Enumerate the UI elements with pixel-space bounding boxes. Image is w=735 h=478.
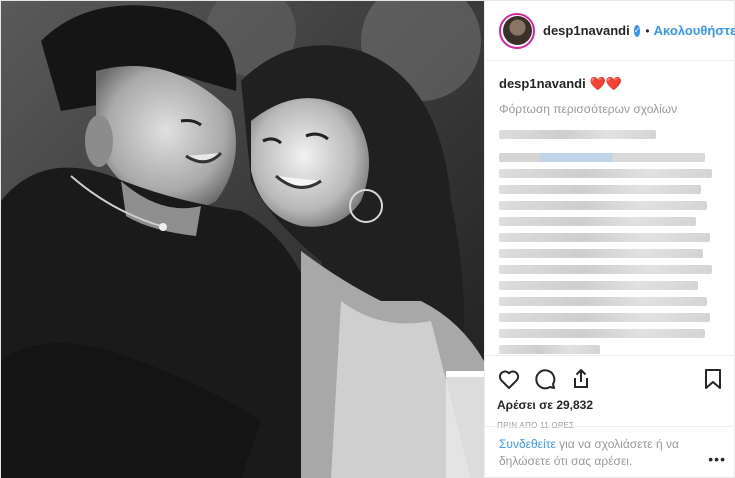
avatar-image: [502, 16, 532, 45]
blurred-line: [499, 329, 706, 338]
blurred-line: [499, 153, 706, 162]
blurred-line: [499, 201, 708, 210]
post-header: desp1navandi ✓ • Ακολουθήστε: [485, 1, 735, 61]
blurred-line: [499, 297, 708, 306]
post-photo[interactable]: [1, 1, 484, 478]
post-caption: desp1navandi ❤️❤️: [499, 75, 723, 93]
blurred-line: [499, 169, 712, 178]
login-prompt: Συνδεθείτε για να σχολιάσετε ή να δηλώσε…: [485, 426, 735, 470]
bookmark-icon[interactable]: [701, 367, 725, 391]
comments-section: desp1navandi ❤️❤️ Φόρτωση περισσότερων σχ…: [485, 61, 735, 355]
more-options-icon[interactable]: •••: [708, 451, 726, 467]
likes-number: 29,832: [556, 398, 594, 412]
follow-button[interactable]: Ακολουθήστε: [654, 23, 735, 38]
post-actions: Αρέσει σε 29,832 ΠΡΙΝ ΑΠΟ 11 ΩΡΕΣ: [485, 355, 735, 430]
likes-count[interactable]: Αρέσει σε 29,832: [497, 398, 725, 412]
blurred-line: [499, 345, 600, 354]
blurred-line: [499, 185, 701, 194]
photo-illustration: [1, 1, 484, 478]
blurred-line: [499, 265, 712, 274]
load-more-comments-button[interactable]: Φόρτωση περισσότερων σχολίων: [499, 102, 723, 116]
caption-username[interactable]: desp1navandi: [499, 76, 586, 91]
instagram-post: desp1navandi ✓ • Ακολουθήστε desp1navand…: [0, 0, 735, 478]
blurred-line: [499, 313, 710, 322]
blurred-line: [499, 281, 699, 290]
blurred-line: [499, 217, 697, 226]
profile-avatar[interactable]: [499, 12, 535, 49]
caption-text: ❤️❤️: [589, 76, 623, 91]
verified-badge-icon: ✓: [633, 24, 641, 37]
header-username[interactable]: desp1navandi: [543, 23, 630, 38]
likes-prefix: Αρέσει σε: [497, 398, 553, 412]
post-sidebar: desp1navandi ✓ • Ακολουθήστε desp1navand…: [484, 1, 735, 478]
share-icon[interactable]: [569, 367, 593, 391]
login-link[interactable]: Συνδεθείτε: [499, 437, 556, 451]
heart-icon[interactable]: [497, 367, 521, 391]
blurred-line: [499, 233, 710, 242]
comment-bubble-icon[interactable]: [533, 367, 557, 391]
blurred-comment: [499, 130, 723, 139]
blurred-line: [499, 130, 656, 139]
header-separator: •: [645, 23, 650, 38]
action-icons: [497, 362, 725, 396]
blurred-line: [499, 249, 703, 258]
blurred-comment: [499, 153, 723, 354]
